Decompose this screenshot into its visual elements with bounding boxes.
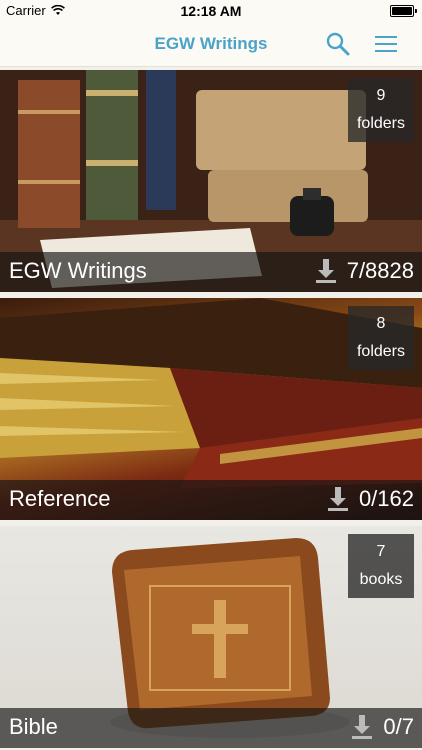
download-status[interactable]: 7/8828 [315,258,414,284]
page-title: EGW Writings [154,34,268,53]
collection-tile-egw-writings[interactable]: 9 folders EGW Writings 7/8828 [0,70,422,292]
download-count: 7/8828 [346,258,414,283]
tile-title: EGW Writings [9,258,147,283]
tile-footer: Bible 0/7 [0,708,422,748]
count-badge: 7 books [348,534,414,598]
tile-footer: Reference 0/162 [0,480,422,520]
collection-tile-reference[interactable]: 8 folders Reference 0/162 [0,298,422,520]
search-button[interactable] [324,30,352,58]
count-number: 7 [376,543,386,560]
count-badge: 8 folders [348,306,414,370]
battery-icon [390,5,417,17]
nav-bar: EGW Writings [0,22,422,67]
menu-button[interactable] [372,30,400,58]
count-badge: 9 folders [348,78,414,142]
download-icon [315,259,336,283]
download-status[interactable]: 0/162 [327,486,414,512]
count-unit: books [359,571,403,588]
download-icon [327,487,348,511]
download-count: 0/7 [383,714,414,739]
download-count: 0/162 [358,486,414,511]
search-icon [326,32,350,56]
collection-tile-bible[interactable]: 7 books Bible 0/7 [0,526,422,748]
status-bar: Carrier 12:18 AM [0,0,422,22]
download-status[interactable]: 0/7 [351,714,414,740]
download-icon [352,715,373,739]
count-number: 8 [376,315,386,332]
status-time: 12:18 AM [180,3,242,19]
count-unit: folders [356,343,406,360]
tile-title: Reference [9,486,111,511]
tile-footer: EGW Writings 7/8828 [0,252,422,292]
tile-title: Bible [9,714,58,739]
count-unit: folders [356,115,406,132]
menu-icon [375,36,397,52]
count-number: 9 [376,87,386,104]
